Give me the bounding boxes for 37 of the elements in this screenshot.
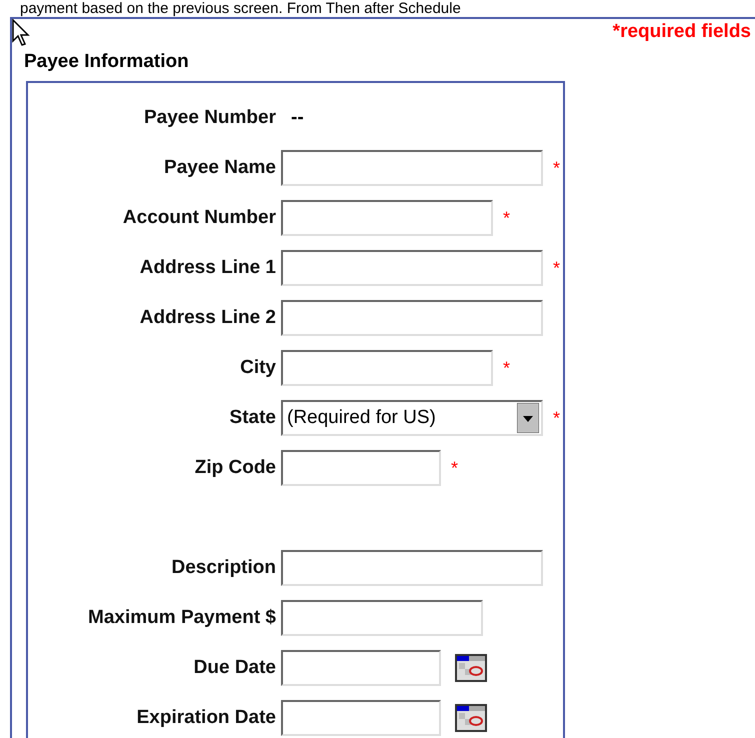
input-field[interactable]: [281, 700, 441, 736]
required-mark: *: [451, 458, 458, 478]
field-label: State: [228, 407, 276, 429]
input-field[interactable]: [281, 300, 543, 336]
input-field[interactable]: [281, 450, 441, 486]
field-value: --: [291, 107, 304, 129]
required-note: *required fields: [612, 21, 751, 43]
calendar-icon[interactable]: [455, 654, 487, 682]
input-field[interactable]: [281, 650, 441, 686]
intro-text: payment based on the previous screen. From Then after Schedule: [19, 0, 462, 17]
field-label: Description: [170, 557, 276, 579]
state-dropdown[interactable]: (Required for US): [281, 400, 543, 436]
calendar-icon[interactable]: [455, 704, 487, 732]
required-mark: *: [553, 408, 560, 428]
input-field[interactable]: [281, 200, 493, 236]
field-label: Address Line 1: [138, 257, 276, 279]
input-field[interactable]: [281, 550, 543, 586]
section-title: Payee Information: [23, 51, 190, 74]
field-label: Account Number: [122, 207, 276, 229]
input-field[interactable]: [281, 600, 483, 636]
field-label: Address Line 2: [138, 307, 276, 329]
cursor-icon: [12, 19, 32, 47]
field-label: Maximum Payment $: [87, 607, 276, 629]
field-label: Expiration Date: [136, 707, 276, 729]
field-label: Due Date: [192, 657, 276, 679]
field-label: Payee Number: [142, 107, 276, 129]
required-mark: *: [553, 158, 560, 178]
input-field[interactable]: [281, 350, 493, 386]
field-label: Payee Name: [163, 157, 276, 179]
input-field[interactable]: [281, 250, 543, 286]
required-mark: *: [503, 358, 510, 378]
required-mark: *: [503, 208, 510, 228]
dropdown-arrow-icon[interactable]: [517, 403, 539, 433]
input-field[interactable]: [281, 150, 543, 186]
field-label: City: [239, 357, 276, 379]
required-mark: *: [553, 258, 560, 278]
field-label: Zip Code: [194, 457, 276, 479]
